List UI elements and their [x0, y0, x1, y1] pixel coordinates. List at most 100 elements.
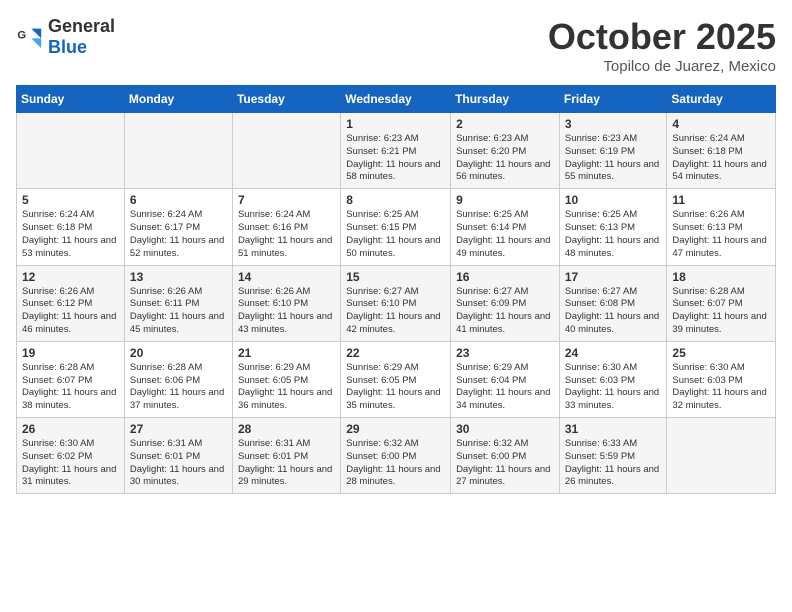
calendar-day-7: 7 Sunrise: 6:24 AM Sunset: 6:16 PM Daylig… [232, 189, 340, 265]
day-number: 10 [565, 193, 662, 207]
day-info: Sunrise: 6:23 AM Sunset: 6:20 PM Dayligh… [456, 133, 554, 184]
day-number: 1 [346, 117, 445, 131]
calendar-day-16: 16Sunrise: 6:27 AM Sunset: 6:09 PM Dayli… [451, 265, 560, 341]
calendar-day-21: 21Sunrise: 6:29 AM Sunset: 6:05 PM Dayli… [232, 341, 340, 417]
calendar-day-28: 28 Sunrise: 6:31 AM Sunset: 6:01 PM Dayli… [232, 418, 340, 494]
calendar-empty-cell [17, 113, 125, 189]
day-number: 11 [672, 193, 770, 207]
page-header: G General Blue October 2025 Topilco de J… [16, 16, 776, 75]
day-info: Sunrise: 6:32 AM Sunset: 6:00 PM Dayligh… [456, 438, 554, 489]
day-number: 19 [22, 346, 119, 360]
day-number: 30 [456, 422, 554, 436]
day-info: Sunrise: 6:26 AM Sunset: 6:12 PM Dayligh… [22, 286, 119, 337]
day-number: 15 [346, 270, 445, 284]
day-info: Sunrise: 6:25 AM Sunset: 6:13 PM Dayligh… [565, 209, 662, 260]
day-number: 17 [565, 270, 662, 284]
day-info: Sunrise: 6:23 AM Sunset: 6:19 PM Dayligh… [565, 133, 662, 184]
weekday-header-thursday: Thursday [451, 86, 560, 113]
day-info: Sunrise: 6:28 AM Sunset: 6:07 PM Dayligh… [672, 286, 770, 337]
weekday-header-wednesday: Wednesday [341, 86, 451, 113]
calendar-day-8: 8 Sunrise: 6:25 AM Sunset: 6:15 PM Daylig… [341, 189, 451, 265]
calendar-week-row: 5 Sunrise: 6:24 AM Sunset: 6:18 PM Daylig… [17, 189, 776, 265]
calendar-table: SundayMondayTuesdayWednesdayThursdayFrid… [16, 85, 776, 494]
day-info: Sunrise: 6:31 AM Sunset: 6:01 PM Dayligh… [130, 438, 227, 489]
location: Topilco de Juarez, Mexico [548, 58, 776, 75]
calendar-day-31: 31 Sunrise: 6:33 AM Sunset: 5:59 PM Dayli… [559, 418, 667, 494]
day-info: Sunrise: 6:23 AM Sunset: 6:21 PM Dayligh… [346, 133, 445, 184]
day-info: Sunrise: 6:24 AM Sunset: 6:18 PM Dayligh… [22, 209, 119, 260]
calendar-day-26: 26 Sunrise: 6:30 AM Sunset: 6:02 PM Dayli… [17, 418, 125, 494]
day-number: 26 [22, 422, 119, 436]
day-info: Sunrise: 6:29 AM Sunset: 6:05 PM Dayligh… [346, 362, 445, 413]
day-number: 25 [672, 346, 770, 360]
calendar-day-5: 5 Sunrise: 6:24 AM Sunset: 6:18 PM Daylig… [17, 189, 125, 265]
calendar-day-4: 4Sunrise: 6:24 AM Sunset: 6:18 PM Daylig… [667, 113, 776, 189]
logo-blue: Blue [48, 37, 87, 57]
title-block: October 2025 Topilco de Juarez, Mexico [548, 16, 776, 75]
day-number: 20 [130, 346, 227, 360]
calendar-empty-cell [232, 113, 340, 189]
day-number: 6 [130, 193, 227, 207]
calendar-day-29: 29 Sunrise: 6:32 AM Sunset: 6:00 PM Dayli… [341, 418, 451, 494]
day-info: Sunrise: 6:29 AM Sunset: 6:05 PM Dayligh… [238, 362, 335, 413]
day-number: 31 [565, 422, 662, 436]
day-number: 14 [238, 270, 335, 284]
calendar-day-22: 22Sunrise: 6:29 AM Sunset: 6:05 PM Dayli… [341, 341, 451, 417]
calendar-day-11: 11 Sunrise: 6:26 AM Sunset: 6:13 PM Dayli… [667, 189, 776, 265]
day-number: 13 [130, 270, 227, 284]
day-info: Sunrise: 6:24 AM Sunset: 6:17 PM Dayligh… [130, 209, 227, 260]
calendar-day-10: 10 Sunrise: 6:25 AM Sunset: 6:13 PM Dayli… [559, 189, 667, 265]
day-info: Sunrise: 6:28 AM Sunset: 6:07 PM Dayligh… [22, 362, 119, 413]
day-number: 29 [346, 422, 445, 436]
day-number: 9 [456, 193, 554, 207]
calendar-day-18: 18Sunrise: 6:28 AM Sunset: 6:07 PM Dayli… [667, 265, 776, 341]
day-info: Sunrise: 6:30 AM Sunset: 6:03 PM Dayligh… [672, 362, 770, 413]
day-number: 27 [130, 422, 227, 436]
calendar-empty-cell [124, 113, 232, 189]
calendar-day-25: 25 Sunrise: 6:30 AM Sunset: 6:03 PM Dayli… [667, 341, 776, 417]
weekday-header-row: SundayMondayTuesdayWednesdayThursdayFrid… [17, 86, 776, 113]
day-info: Sunrise: 6:30 AM Sunset: 6:03 PM Dayligh… [565, 362, 662, 413]
calendar-day-9: 9Sunrise: 6:25 AM Sunset: 6:14 PM Daylig… [451, 189, 560, 265]
calendar-day-27: 27 Sunrise: 6:31 AM Sunset: 6:01 PM Dayli… [124, 418, 232, 494]
calendar-day-6: 6 Sunrise: 6:24 AM Sunset: 6:17 PM Daylig… [124, 189, 232, 265]
day-info: Sunrise: 6:27 AM Sunset: 6:09 PM Dayligh… [456, 286, 554, 337]
calendar-week-row: 26 Sunrise: 6:30 AM Sunset: 6:02 PM Dayli… [17, 418, 776, 494]
weekday-header-saturday: Saturday [667, 86, 776, 113]
day-number: 12 [22, 270, 119, 284]
day-number: 7 [238, 193, 335, 207]
day-info: Sunrise: 6:28 AM Sunset: 6:06 PM Dayligh… [130, 362, 227, 413]
day-number: 4 [672, 117, 770, 131]
calendar-empty-cell [667, 418, 776, 494]
calendar-week-row: 12 Sunrise: 6:26 AM Sunset: 6:12 PM Dayli… [17, 265, 776, 341]
calendar-day-24: 24Sunrise: 6:30 AM Sunset: 6:03 PM Dayli… [559, 341, 667, 417]
day-info: Sunrise: 6:26 AM Sunset: 6:13 PM Dayligh… [672, 209, 770, 260]
calendar-day-2: 2 Sunrise: 6:23 AM Sunset: 6:20 PM Daylig… [451, 113, 560, 189]
day-info: Sunrise: 6:30 AM Sunset: 6:02 PM Dayligh… [22, 438, 119, 489]
day-number: 3 [565, 117, 662, 131]
calendar-day-14: 14Sunrise: 6:26 AM Sunset: 6:10 PM Dayli… [232, 265, 340, 341]
calendar-week-row: 19 Sunrise: 6:28 AM Sunset: 6:07 PM Dayli… [17, 341, 776, 417]
day-info: Sunrise: 6:33 AM Sunset: 5:59 PM Dayligh… [565, 438, 662, 489]
day-number: 2 [456, 117, 554, 131]
day-info: Sunrise: 6:25 AM Sunset: 6:15 PM Dayligh… [346, 209, 445, 260]
calendar-day-30: 30 Sunrise: 6:32 AM Sunset: 6:00 PM Dayli… [451, 418, 560, 494]
day-info: Sunrise: 6:24 AM Sunset: 6:16 PM Dayligh… [238, 209, 335, 260]
day-info: Sunrise: 6:31 AM Sunset: 6:01 PM Dayligh… [238, 438, 335, 489]
day-info: Sunrise: 6:27 AM Sunset: 6:10 PM Dayligh… [346, 286, 445, 337]
calendar-week-row: 1 Sunrise: 6:23 AM Sunset: 6:21 PM Daylig… [17, 113, 776, 189]
logo-general: General [48, 16, 115, 36]
logo-icon: G [16, 23, 44, 51]
month-title: October 2025 [548, 16, 776, 58]
weekday-header-tuesday: Tuesday [232, 86, 340, 113]
weekday-header-monday: Monday [124, 86, 232, 113]
weekday-header-sunday: Sunday [17, 86, 125, 113]
day-number: 8 [346, 193, 445, 207]
calendar-day-23: 23Sunrise: 6:29 AM Sunset: 6:04 PM Dayli… [451, 341, 560, 417]
day-number: 28 [238, 422, 335, 436]
day-info: Sunrise: 6:27 AM Sunset: 6:08 PM Dayligh… [565, 286, 662, 337]
day-info: Sunrise: 6:26 AM Sunset: 6:11 PM Dayligh… [130, 286, 227, 337]
day-info: Sunrise: 6:32 AM Sunset: 6:00 PM Dayligh… [346, 438, 445, 489]
day-number: 5 [22, 193, 119, 207]
day-number: 23 [456, 346, 554, 360]
